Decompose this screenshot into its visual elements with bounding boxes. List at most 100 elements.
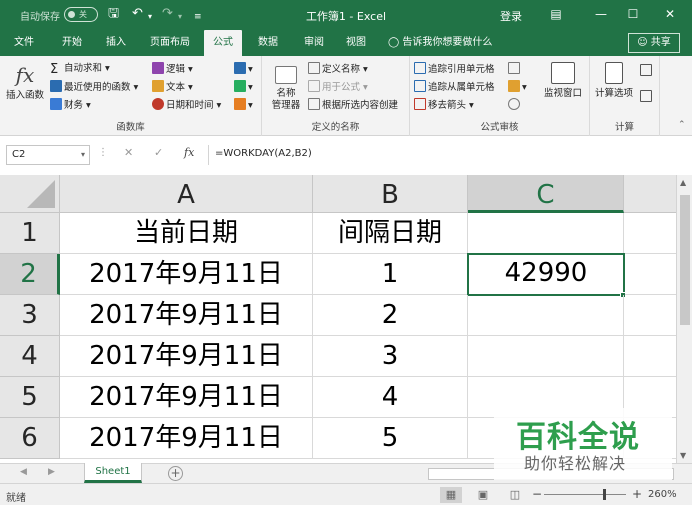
normal-view-icon[interactable]: ▦: [440, 487, 462, 503]
financial-button[interactable]: 财务 ▾: [50, 98, 91, 113]
cell-a2[interactable]: 2017年9月11日: [60, 254, 313, 295]
next-sheet-icon[interactable]: ▶: [48, 467, 55, 477]
datetime-button[interactable]: 日期和时间 ▾: [152, 98, 221, 113]
enter-icon[interactable]: ✓: [154, 146, 163, 159]
autosum-button[interactable]: Σ 自动求和 ▾: [50, 62, 110, 76]
minimize-icon[interactable]: —: [590, 4, 612, 24]
column-header-d[interactable]: [624, 175, 676, 213]
name-box[interactable]: C2 ▾: [6, 145, 90, 165]
tab-file[interactable]: 文件: [12, 30, 36, 56]
cell-c4[interactable]: [468, 336, 624, 377]
page-break-view-icon[interactable]: ◫: [504, 487, 526, 503]
ribbon-display-icon[interactable]: ▤: [545, 4, 567, 24]
use-in-formula-button[interactable]: 用于公式 ▾: [308, 80, 368, 95]
zoom-in-icon[interactable]: +: [632, 487, 642, 501]
cell-a1[interactable]: 当前日期: [60, 213, 313, 254]
cancel-icon[interactable]: ✕: [124, 146, 133, 159]
select-all-corner[interactable]: [0, 175, 60, 213]
name-manager-icon: [275, 66, 297, 84]
close-icon[interactable]: ✕: [659, 4, 681, 24]
scroll-up-icon[interactable]: ▲: [680, 178, 686, 187]
row-header-1[interactable]: 1: [0, 213, 60, 254]
evaluate-formula-button[interactable]: [508, 98, 522, 113]
cell-d1[interactable]: [624, 213, 676, 254]
vertical-scroll-thumb[interactable]: [680, 195, 690, 325]
row-header-4[interactable]: 4: [0, 336, 60, 377]
cell-d3[interactable]: [624, 295, 676, 336]
cell-b5[interactable]: 4: [313, 377, 468, 418]
cell-c2[interactable]: 42990: [467, 253, 625, 296]
trace-dependents-button[interactable]: 追踪从属单元格: [414, 80, 495, 95]
trace-precedents-label: 追踪引用单元格: [428, 64, 495, 75]
tab-insert[interactable]: 插入: [104, 30, 128, 56]
logical-button[interactable]: 逻辑 ▾: [152, 62, 193, 77]
tab-home[interactable]: 开始: [60, 30, 84, 56]
column-header-b[interactable]: B: [313, 175, 468, 213]
cell-b3[interactable]: 2: [313, 295, 468, 336]
name-manager-button[interactable]: 名称 管理器: [266, 62, 306, 112]
lookup-button[interactable]: ▾: [234, 62, 253, 77]
calc-options-button[interactable]: 计算选项: [592, 62, 636, 100]
zoom-slider[interactable]: [544, 494, 626, 495]
cell-b1[interactable]: 间隔日期: [313, 213, 468, 254]
cell-c3[interactable]: [468, 295, 624, 336]
scroll-down-icon[interactable]: ▼: [680, 451, 686, 460]
recent-functions-button[interactable]: 最近使用的函数 ▾: [50, 80, 138, 95]
column-header-c[interactable]: C: [468, 175, 624, 213]
text-button[interactable]: 文本 ▾: [152, 80, 193, 95]
row-header-2[interactable]: 2: [0, 254, 60, 295]
cell-a5[interactable]: 2017年9月11日: [60, 377, 313, 418]
insert-function-icon[interactable]: fx: [184, 146, 194, 159]
trace-precedents-button[interactable]: 追踪引用单元格: [414, 62, 495, 77]
share-button[interactable]: ☺ 共享: [628, 33, 680, 53]
show-formulas-button[interactable]: [508, 62, 522, 77]
math-button[interactable]: ▾: [234, 80, 253, 95]
formula-input[interactable]: =WORKDAY(A2,B2): [208, 145, 686, 165]
cell-d4[interactable]: [624, 336, 676, 377]
zoom-level[interactable]: 260%: [648, 489, 677, 500]
login-link[interactable]: 登录: [500, 8, 522, 24]
cell-a6[interactable]: 2017年9月11日: [60, 418, 313, 459]
column-header-a[interactable]: A: [60, 175, 313, 213]
tab-view[interactable]: 视图: [344, 30, 368, 56]
name-box-value: C2: [12, 149, 26, 160]
row-header-3[interactable]: 3: [0, 295, 60, 336]
cell-b4[interactable]: 3: [313, 336, 468, 377]
calculate-now-button[interactable]: [640, 64, 654, 79]
row-header-6[interactable]: 6: [0, 418, 60, 459]
zoom-out-icon[interactable]: −: [532, 487, 542, 501]
cell-a4[interactable]: 2017年9月11日: [60, 336, 313, 377]
vertical-scrollbar[interactable]: ▲ ▼: [676, 175, 692, 463]
error-checking-button[interactable]: ▾: [508, 80, 527, 95]
tell-me-search[interactable]: ◯ 告诉我你想要做什么: [388, 30, 492, 56]
name-box-dropdown-icon[interactable]: ▾: [81, 146, 85, 164]
sheet-tab-sheet1[interactable]: Sheet1: [84, 463, 142, 483]
row-header-5[interactable]: 5: [0, 377, 60, 418]
insert-function-button[interactable]: fx 插入函数: [4, 62, 46, 102]
define-name-button[interactable]: 定义名称 ▾: [308, 62, 368, 77]
cell-a3[interactable]: 2017年9月11日: [60, 295, 313, 336]
tab-formulas[interactable]: 公式: [204, 30, 242, 56]
tab-data[interactable]: 数据: [256, 30, 280, 56]
zoom-slider-thumb[interactable]: [603, 489, 606, 500]
cell-b6[interactable]: 5: [313, 418, 468, 459]
page-layout-view-icon[interactable]: ▣: [472, 487, 494, 503]
add-sheet-icon[interactable]: +: [168, 466, 183, 481]
collapse-ribbon-icon[interactable]: ⌃: [678, 120, 686, 130]
watch-window-button[interactable]: 监视窗口: [540, 62, 586, 100]
prev-sheet-icon[interactable]: ◀: [20, 467, 27, 477]
maximize-icon[interactable]: ☐: [622, 4, 644, 24]
tab-page-layout[interactable]: 页面布局: [148, 30, 192, 56]
create-from-selection-button[interactable]: 根据所选内容创建: [308, 98, 398, 113]
tab-review[interactable]: 审阅: [302, 30, 326, 56]
cell-b2[interactable]: 1: [313, 254, 468, 295]
status-bar: 就绪 ▦ ▣ ◫ − + 260%: [0, 483, 692, 505]
more-functions-button[interactable]: ▾: [234, 98, 253, 113]
remove-arrows-button[interactable]: 移去箭头 ▾: [414, 98, 474, 113]
calculate-sheet-button[interactable]: [640, 90, 654, 105]
cell-d2[interactable]: [625, 254, 676, 295]
define-name-label: 定义名称: [322, 64, 361, 75]
cell-c1[interactable]: [468, 213, 624, 254]
show-formulas-icon: [508, 62, 520, 74]
calc-options-label: 计算选项: [594, 88, 633, 99]
